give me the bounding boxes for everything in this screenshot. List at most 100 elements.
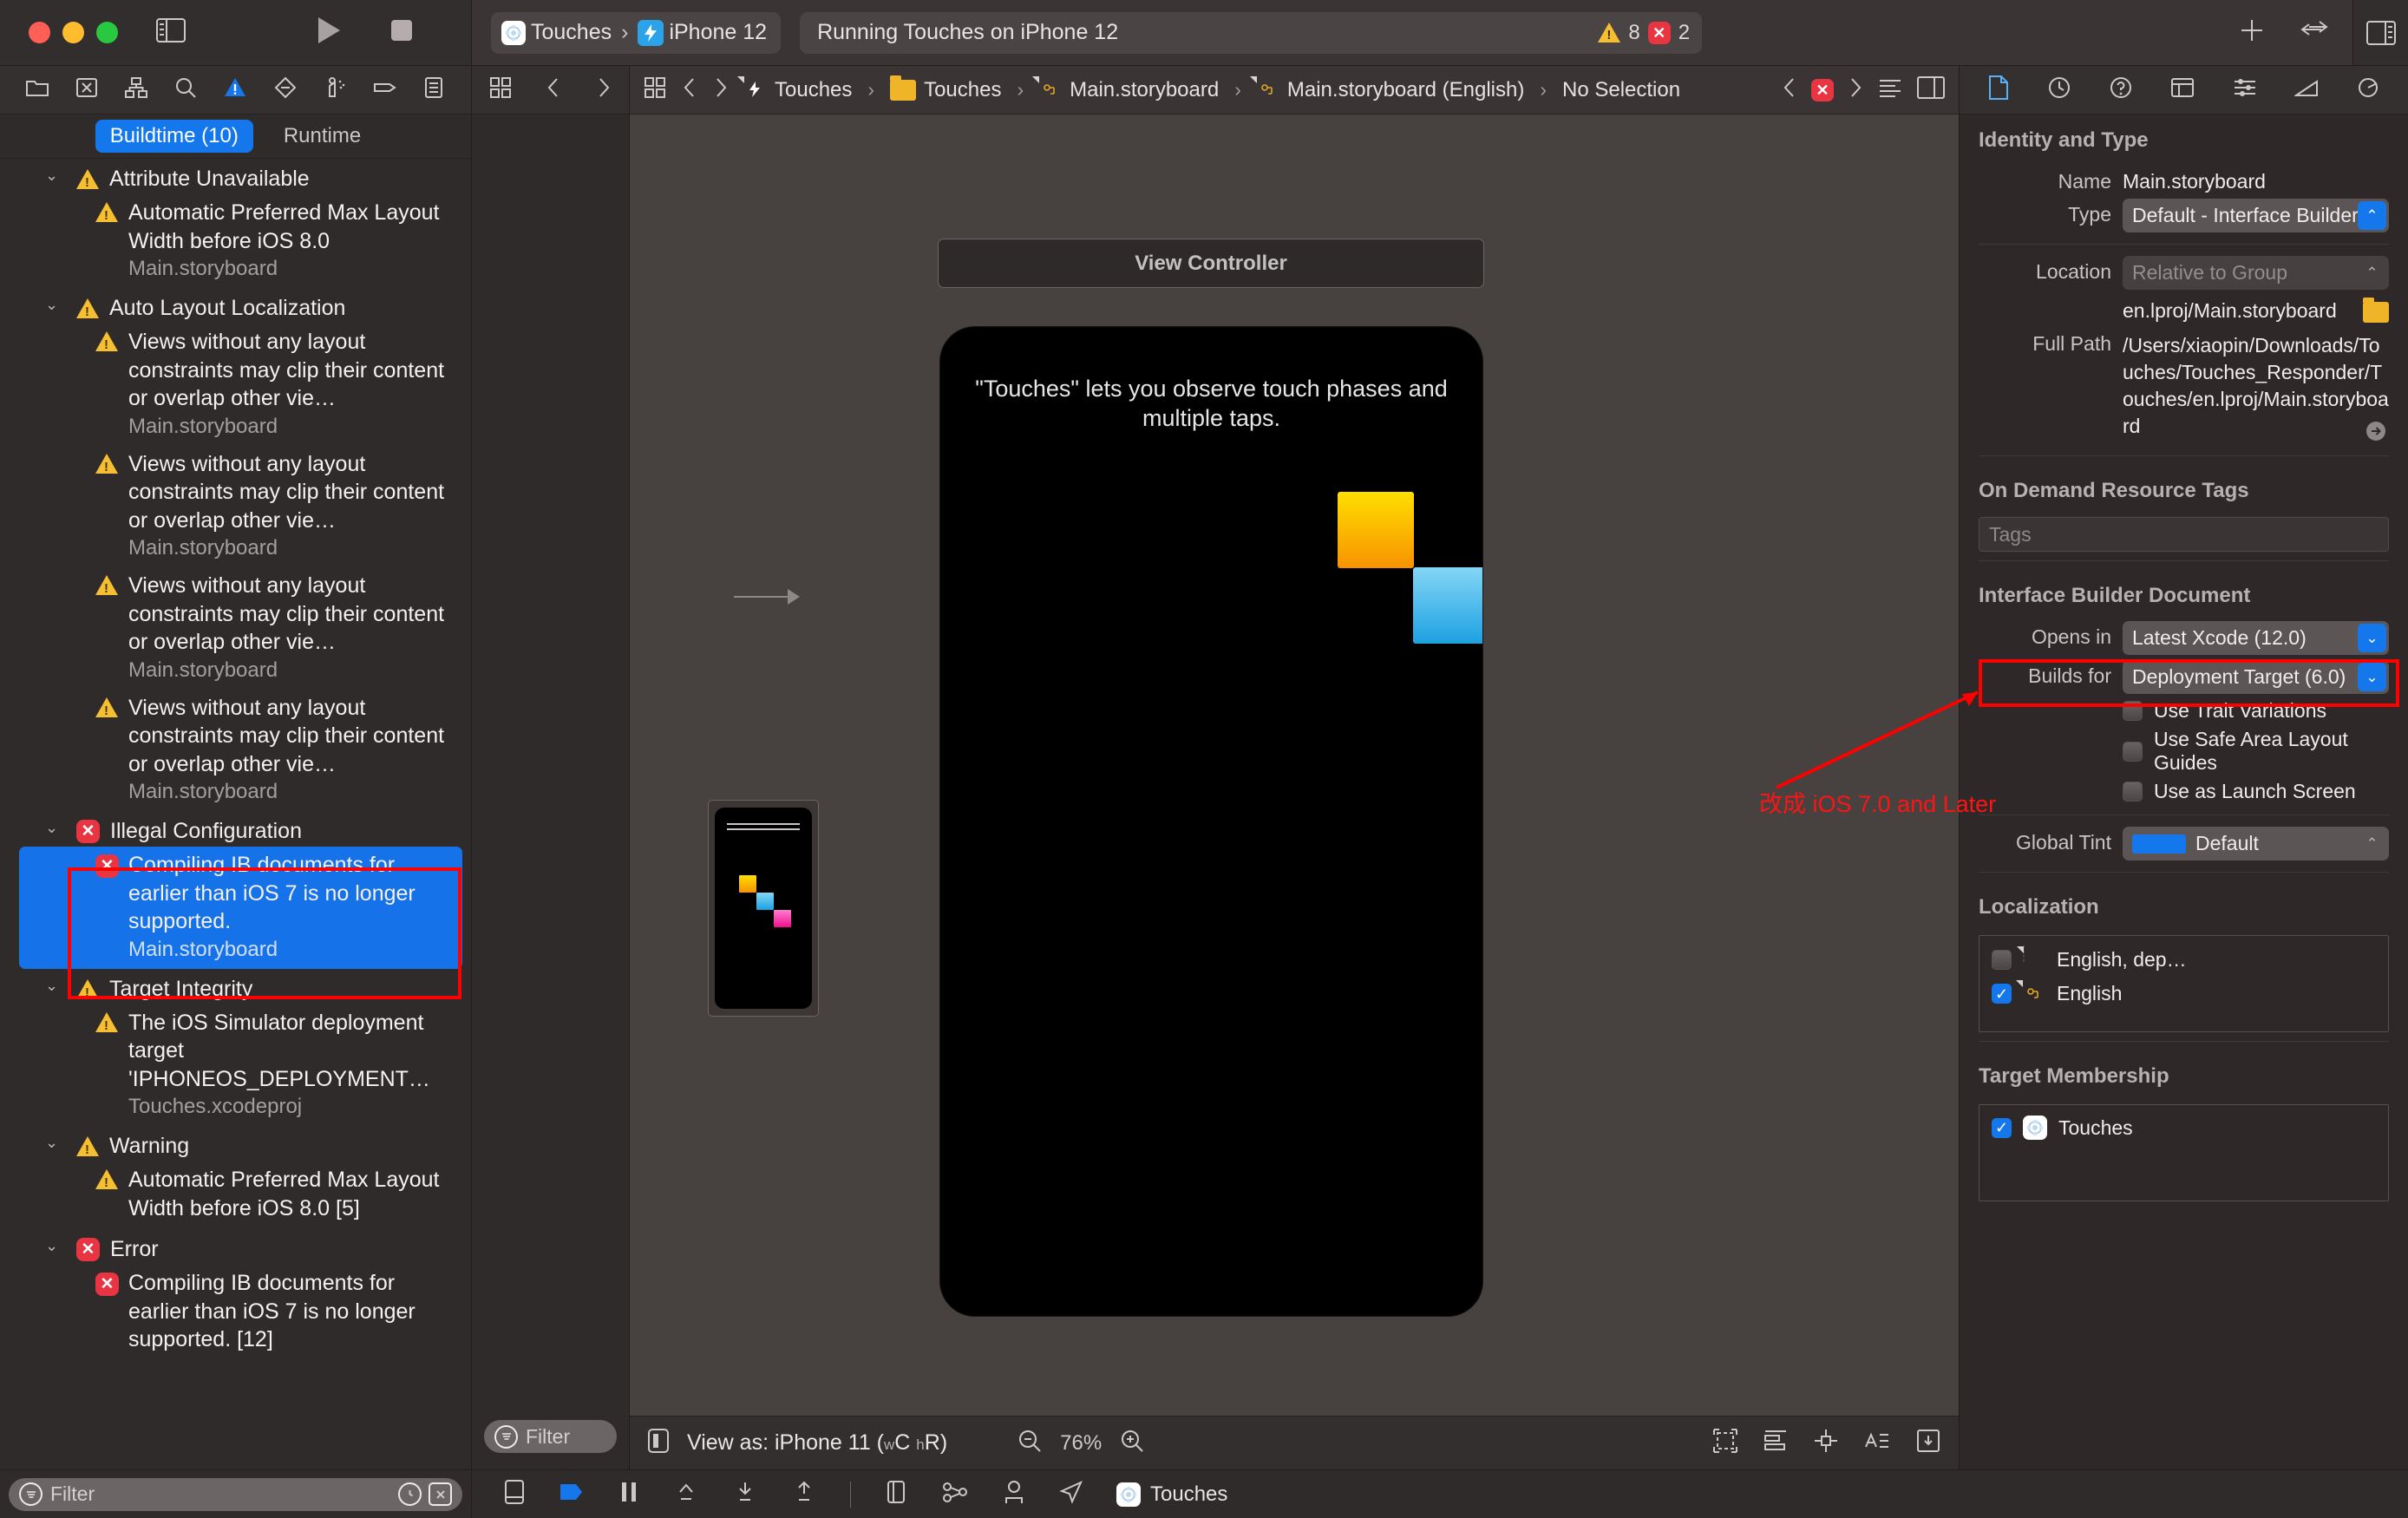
- breakpoint-icon[interactable]: [559, 1481, 585, 1508]
- recent-issues-icon[interactable]: [398, 1482, 422, 1506]
- localization-checkbox[interactable]: [1992, 984, 2012, 1004]
- project-navigator-icon[interactable]: [25, 75, 49, 104]
- issue-group-error[interactable]: ⌄ ✕ Error: [0, 1229, 471, 1265]
- update-frames-icon[interactable]: [1712, 1428, 1738, 1458]
- use-as-launch-screen-checkbox[interactable]: [2123, 782, 2143, 802]
- assistant-editor-icon[interactable]: [1917, 76, 1945, 103]
- chevron-down-icon[interactable]: ⌄: [45, 296, 64, 314]
- outline-tree[interactable]: [472, 115, 629, 1403]
- forward-chevron-icon[interactable]: [596, 76, 612, 103]
- step-over-icon[interactable]: [673, 1480, 699, 1508]
- code-review-icon[interactable]: [2299, 19, 2330, 46]
- back-chevron-icon[interactable]: [546, 76, 561, 103]
- view-hierarchy-icon[interactable]: [884, 1479, 908, 1509]
- find-navigator-icon[interactable]: [173, 75, 198, 104]
- issue-group-target-integrity[interactable]: ⌄ Target Integrity: [0, 969, 471, 1004]
- issue-item[interactable]: Views without any layout constraints may…: [0, 690, 471, 812]
- size-inspector-icon[interactable]: [2293, 76, 2319, 103]
- target-membership-row[interactable]: Touches: [1979, 1112, 2388, 1143]
- debug-target-chip[interactable]: Touches: [1116, 1482, 1227, 1507]
- symbol-navigator-icon[interactable]: [124, 75, 148, 104]
- file-inspector-icon[interactable]: [1987, 75, 2010, 105]
- issue-group-attribute-unavailable[interactable]: ⌄ Attribute Unavailable: [0, 159, 471, 194]
- segment-buildtime[interactable]: Buildtime (10): [95, 120, 253, 153]
- breadcrumb-folder[interactable]: Touches: [890, 75, 1001, 102]
- reveal-in-finder-icon[interactable]: [2365, 420, 2387, 447]
- issue-item[interactable]: ✕ Compiling IB documents for earlier tha…: [0, 1265, 471, 1361]
- breadcrumb-no-selection[interactable]: No Selection: [1562, 78, 1680, 102]
- view-controller-title-box[interactable]: View Controller: [938, 239, 1484, 288]
- chevron-down-icon[interactable]: ⌄: [45, 1134, 64, 1152]
- issue-counts[interactable]: 8 ✕ 2: [1598, 18, 1690, 48]
- blue-square[interactable]: [1413, 567, 1482, 644]
- breadcrumb-project[interactable]: Touches: [744, 76, 852, 103]
- issue-item[interactable]: Automatic Preferred Max Layout Width bef…: [0, 1161, 471, 1229]
- navigator-filter-input[interactable]: Filter: [9, 1477, 462, 1511]
- segment-runtime[interactable]: Runtime: [269, 120, 376, 153]
- connections-inspector-icon[interactable]: [2356, 75, 2380, 104]
- use-as-launch-screen-row[interactable]: Use as Launch Screen: [1960, 777, 2408, 806]
- issue-item-selected[interactable]: ✕ Compiling IB documents for earlier tha…: [19, 847, 462, 969]
- global-tint-popup-button[interactable]: Default ⌃: [2123, 827, 2389, 861]
- breakpoint-navigator-icon[interactable]: [372, 75, 396, 104]
- use-trait-variations-row[interactable]: Use Trait Variations: [1960, 697, 2408, 725]
- history-inspector-icon[interactable]: [2047, 75, 2071, 104]
- memory-graph-icon[interactable]: [941, 1480, 969, 1508]
- step-into-icon[interactable]: [732, 1480, 758, 1508]
- builds-for-popup-button[interactable]: Deployment Target (6.0) ⌄: [2123, 660, 2389, 695]
- localization-row[interactable]: English: [1979, 977, 2388, 1011]
- use-safe-area-layout-guides-checkbox[interactable]: [2123, 741, 2143, 762]
- library-grid-icon[interactable]: [489, 76, 512, 103]
- align-icon[interactable]: [1763, 1428, 1789, 1458]
- type-popup-button[interactable]: Default - Interface Builder… ⌃: [2123, 199, 2389, 232]
- embed-in-icon[interactable]: [1915, 1428, 1941, 1458]
- issue-item[interactable]: Views without any layout constraints may…: [0, 324, 471, 446]
- scheme-selector[interactable]: Touches › iPhone 12: [491, 11, 782, 54]
- choose-file-folder-icon[interactable]: [2363, 298, 2389, 323]
- attributes-inspector-icon[interactable]: [2233, 76, 2257, 103]
- next-issue-icon[interactable]: [1848, 76, 1863, 103]
- step-out-icon[interactable]: [791, 1480, 817, 1508]
- activity-status-bar[interactable]: Running Touches on iPhone 12 8 ✕ 2: [800, 11, 1703, 54]
- issue-item[interactable]: Automatic Preferred Max Layout Width bef…: [0, 194, 471, 288]
- chevron-down-icon[interactable]: ⌄: [45, 167, 64, 185]
- localization-checkbox[interactable]: [1992, 950, 2012, 971]
- yellow-square[interactable]: [1338, 492, 1414, 568]
- view-controller-preview[interactable]: "Touches" lets you observe touch phases …: [940, 327, 1482, 1316]
- chevron-down-icon[interactable]: ⌄: [45, 819, 64, 837]
- location-icon[interactable]: [1059, 1480, 1083, 1508]
- device-icon[interactable]: [503, 1479, 526, 1509]
- source-control-navigator-icon[interactable]: [75, 75, 99, 104]
- chevron-down-icon[interactable]: ⌄: [45, 1237, 64, 1255]
- minimize-window-button[interactable]: [62, 22, 84, 43]
- launch-screen-preview[interactable]: [708, 800, 819, 1017]
- issue-item[interactable]: Views without any layout constraints may…: [0, 567, 471, 690]
- use-trait-variations-checkbox[interactable]: [2123, 701, 2143, 722]
- target-membership-checkbox[interactable]: [1992, 1117, 2012, 1138]
- identity-inspector-icon[interactable]: [2170, 76, 2195, 103]
- test-navigator-icon[interactable]: [273, 75, 298, 104]
- add-editor-button[interactable]: [2238, 16, 2266, 49]
- report-navigator-icon[interactable]: [422, 75, 446, 104]
- zoom-level[interactable]: 76%: [1060, 1431, 1102, 1456]
- debug-navigator-icon[interactable]: [323, 75, 347, 104]
- outline-filter-input[interactable]: Filter: [484, 1420, 617, 1453]
- opens-in-popup-button[interactable]: Latest Xcode (12.0) ⌄: [2123, 621, 2389, 656]
- chevron-down-icon[interactable]: ⌄: [45, 977, 64, 995]
- previous-issue-icon[interactable]: [1782, 76, 1797, 103]
- issue-item[interactable]: Views without any layout constraints may…: [0, 446, 471, 568]
- device-orientation-icon[interactable]: [647, 1428, 670, 1458]
- localization-list[interactable]: English, dep… English: [1979, 935, 2389, 1033]
- storyboard-canvas[interactable]: View Controller "Touches" lets you obser…: [630, 115, 1959, 1416]
- pause-icon[interactable]: [618, 1480, 640, 1508]
- target-membership-list[interactable]: Touches: [1979, 1104, 2389, 1202]
- use-safe-area-layout-guides-row[interactable]: Use Safe Area Layout Guides: [1960, 725, 2408, 777]
- localization-row[interactable]: English, dep…: [1979, 943, 2388, 977]
- issue-group-auto-layout-localization[interactable]: ⌄ Auto Layout Localization: [0, 288, 471, 324]
- add-constraints-icon[interactable]: [1813, 1428, 1839, 1458]
- issue-list[interactable]: ⌄ Attribute Unavailable Automatic Prefer…: [0, 159, 471, 1469]
- location-popup-button[interactable]: Relative to Group ⌃: [2123, 256, 2389, 290]
- zoom-in-icon[interactable]: [1119, 1428, 1145, 1458]
- related-items-icon[interactable]: [644, 76, 666, 103]
- quick-help-inspector-icon[interactable]: [2109, 75, 2133, 104]
